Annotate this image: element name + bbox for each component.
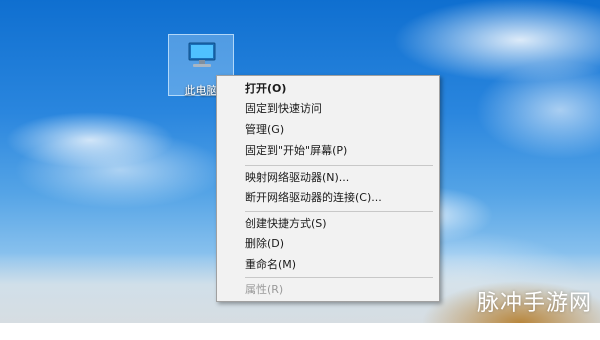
menu-item-pin-quick-access[interactable]: 固定到快速访问: [245, 99, 435, 119]
menu-separator: [245, 211, 433, 212]
computer-icon: [188, 42, 216, 67]
context-menu: 打开(O) 固定到快速访问 管理(G) 固定到"开始"屏幕(P) 映射网络驱动器…: [216, 75, 440, 302]
menu-item-pin-start[interactable]: 固定到"开始"屏幕(P): [245, 141, 435, 161]
menu-item-delete[interactable]: 删除(D): [245, 234, 435, 254]
menu-item-manage[interactable]: 管理(G): [245, 120, 435, 140]
watermark-text: 脉冲手游网: [476, 291, 592, 316]
menu-item-rename[interactable]: 重命名(M): [245, 255, 435, 275]
menu-item-map-network-drive[interactable]: 映射网络驱动器(N)...: [245, 168, 435, 188]
menu-item-create-shortcut[interactable]: 创建快捷方式(S): [245, 214, 435, 234]
menu-item-open[interactable]: 打开(O): [245, 79, 435, 99]
menu-item-disconnect-network-drive[interactable]: 断开网络驱动器的连接(C)...: [245, 188, 435, 208]
menu-separator: [245, 277, 433, 278]
menu-separator: [245, 165, 433, 166]
menu-item-properties[interactable]: 属性(R): [245, 280, 435, 300]
